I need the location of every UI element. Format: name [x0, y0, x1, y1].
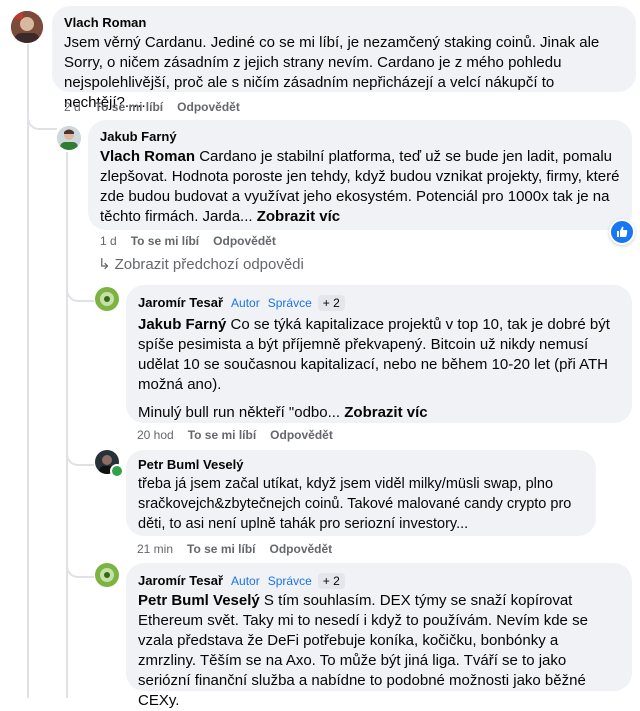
comment-body: S tím souhlasím. DEX týmy se snaží kopír…: [138, 592, 588, 709]
like-button[interactable]: To se mi líbí: [95, 100, 163, 114]
more-badges[interactable]: + 2: [317, 573, 345, 589]
reply-button[interactable]: Odpovědět: [270, 542, 333, 556]
like-reaction-icon[interactable]: [609, 219, 635, 245]
mention[interactable]: Vlach Roman: [100, 148, 195, 165]
thread-branch: [66, 282, 94, 302]
thread-branch: [27, 112, 57, 130]
mention[interactable]: Petr Buml Veselý: [138, 592, 260, 609]
comment-bubble: Vlach Roman Jsem věrný Cardanu. Jediné c…: [52, 6, 636, 111]
reply-button[interactable]: Odpovědět: [177, 100, 240, 114]
comment-author[interactable]: Jaromír Tesař: [138, 295, 223, 310]
comment-bubble: Petr Buml Veselý třeba já jsem začal utí…: [126, 450, 596, 536]
comment-actions: 1 d To se mi líbí Odpovědět: [100, 233, 290, 249]
like-button[interactable]: To se mi líbí: [131, 234, 199, 248]
thread-branch: [66, 448, 94, 466]
like-button[interactable]: To se mi líbí: [188, 428, 256, 442]
see-more-link[interactable]: Zobrazit víc: [257, 208, 340, 225]
comment-body: Minulý bull run někteří "odbo...: [138, 404, 345, 421]
thread-line: [66, 152, 68, 698]
comment-text: Jakub Farný Co se týká kapitalizace proj…: [138, 315, 620, 395]
thread-branch: [66, 560, 94, 578]
comment-age[interactable]: 20 hod: [137, 428, 174, 442]
comment-author[interactable]: Jakub Farný: [100, 128, 620, 145]
see-more-link[interactable]: Zobrazit víc: [344, 404, 427, 421]
comment-bubble: Jaromír Tesař Autor Správce + 2 Petr Buml V…: [126, 563, 632, 709]
avatar[interactable]: [11, 11, 43, 43]
comment-bubble: Jaromír Tesař Autor Správce + 2 Jakub Farný…: [126, 285, 632, 423]
comment-age[interactable]: 21 min: [137, 542, 173, 556]
comment-text: Minulý bull run někteří "odbo... Zobrazi…: [138, 403, 620, 423]
comment-bubble: Jakub Farný Vlach Roman Cardano je stabi…: [88, 120, 632, 230]
reply-arrow-icon: ↳: [98, 256, 111, 273]
reply-button[interactable]: Odpovědět: [270, 428, 333, 442]
avatar[interactable]: [95, 563, 119, 587]
comment-age[interactable]: 1 d: [100, 234, 117, 248]
thread-line: [27, 44, 29, 698]
comment-text: Vlach Roman Cardano je stabilní platform…: [100, 147, 620, 227]
online-indicator: [110, 464, 124, 478]
comment-author[interactable]: Vlach Roman: [64, 14, 624, 31]
comment-age[interactable]: 2 d: [64, 100, 81, 114]
comment-actions: 2 d To se mi líbí Odpovědět: [64, 99, 254, 115]
like-button[interactable]: To se mi líbí: [187, 542, 255, 556]
show-previous-replies[interactable]: ↳ Zobrazit předchozí odpovědi: [98, 255, 304, 275]
reply-button[interactable]: Odpovědět: [213, 234, 276, 248]
admin-badge: Správce: [267, 296, 312, 310]
comment-author[interactable]: Jaromír Tesař: [138, 573, 223, 588]
author-badge: Autor: [231, 574, 260, 588]
avatar[interactable]: [95, 287, 119, 311]
more-badges[interactable]: + 2: [317, 295, 345, 311]
mention[interactable]: Jakub Farný: [138, 316, 226, 333]
comment-text: třeba já jsem začal utíkat, když jsem vi…: [138, 476, 572, 532]
comment-actions: 21 min To se mi líbí Odpovědět: [137, 541, 346, 557]
author-badge: Autor: [231, 296, 260, 310]
comment-author[interactable]: Petr Buml Veselý: [138, 456, 584, 473]
avatar[interactable]: [57, 126, 81, 150]
comment-actions: 20 hod To se mi líbí Odpovědět: [137, 427, 347, 443]
admin-badge: Správce: [267, 574, 312, 588]
comment-text: Petr Buml Veselý S tím souhlasím. DEX tý…: [138, 591, 620, 711]
